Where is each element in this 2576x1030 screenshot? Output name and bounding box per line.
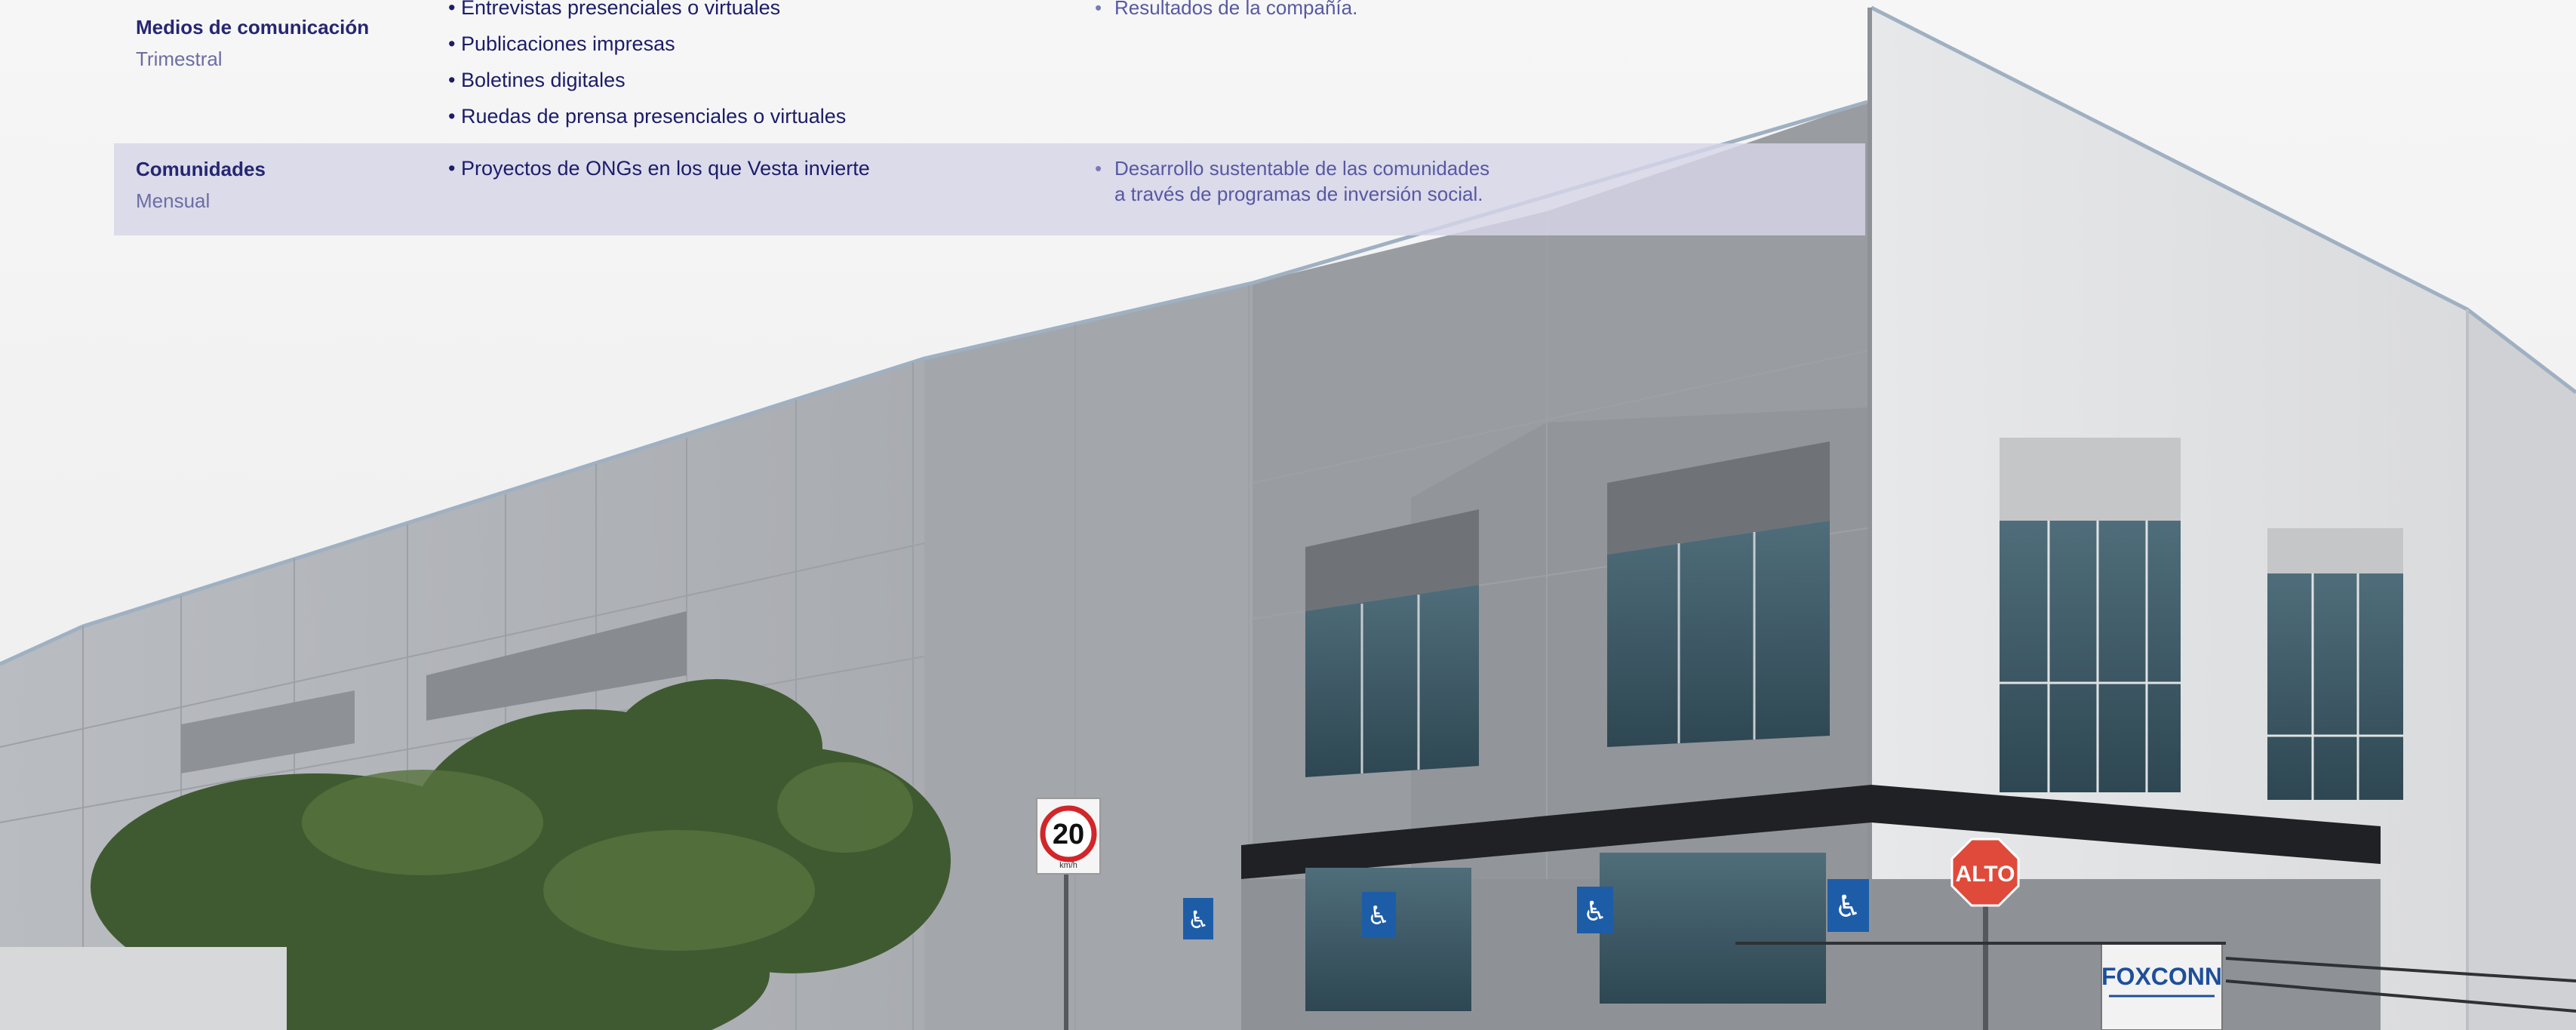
svg-text:♿: ♿: [1834, 890, 1861, 924]
topics-list: Desarrollo sustentable de las comunidade…: [1095, 155, 1489, 207]
communication-frequency: Mensual: [136, 189, 211, 212]
channel-item: • Ruedas de prensa presenciales o virtua…: [448, 105, 847, 128]
channels-list: • Proyectos de ONGs en los que Vesta inv…: [448, 150, 870, 186]
svg-text:20: 20: [1053, 819, 1084, 850]
table-row: Comunidades Mensual • Proyectos de ONGs …: [114, 143, 1865, 235]
stakeholder-group-name: Comunidades: [136, 158, 266, 180]
channels-list: • Entrevistas presenciales o virtuales •…: [448, 0, 846, 134]
svg-text:FOXCONN: FOXCONN: [2101, 963, 2222, 990]
svg-text:♿: ♿: [1367, 901, 1390, 931]
channel-item: • Proyectos de ONGs en los que Vesta inv…: [448, 157, 870, 180]
stakeholder-group-cell: Medios de comunicación Trimestral: [136, 15, 369, 71]
svg-text:♿: ♿: [1188, 905, 1210, 934]
svg-text:km/h: km/h: [1059, 861, 1077, 870]
channel-item: • Entrevistas presenciales o virtuales: [448, 0, 781, 19]
topics-list: Resultados de la compañía.: [1095, 0, 1357, 20]
stakeholder-group-cell: Comunidades Mensual: [136, 157, 266, 213]
stakeholder-group-name: Medios de comunicación: [136, 16, 370, 38]
communication-frequency: Trimestral: [136, 48, 223, 70]
svg-text:ALTO: ALTO: [1956, 862, 2015, 887]
topic-item: Resultados de la compañía.: [1095, 0, 1357, 20]
stakeholder-table: Medios de comunicación Trimestral • Entr…: [114, 0, 1865, 235]
topic-item: Desarrollo sustentable de las comunidade…: [1095, 155, 1489, 181]
topic-item-continuation: a través de programas de inversión socia…: [1114, 183, 1483, 205]
channel-item: • Publicaciones impresas: [448, 32, 675, 55]
table-row: Medios de comunicación Trimestral • Entr…: [114, 0, 1865, 143]
channel-item: • Boletines digitales: [448, 69, 626, 91]
svg-text:♿: ♿: [1583, 896, 1607, 927]
